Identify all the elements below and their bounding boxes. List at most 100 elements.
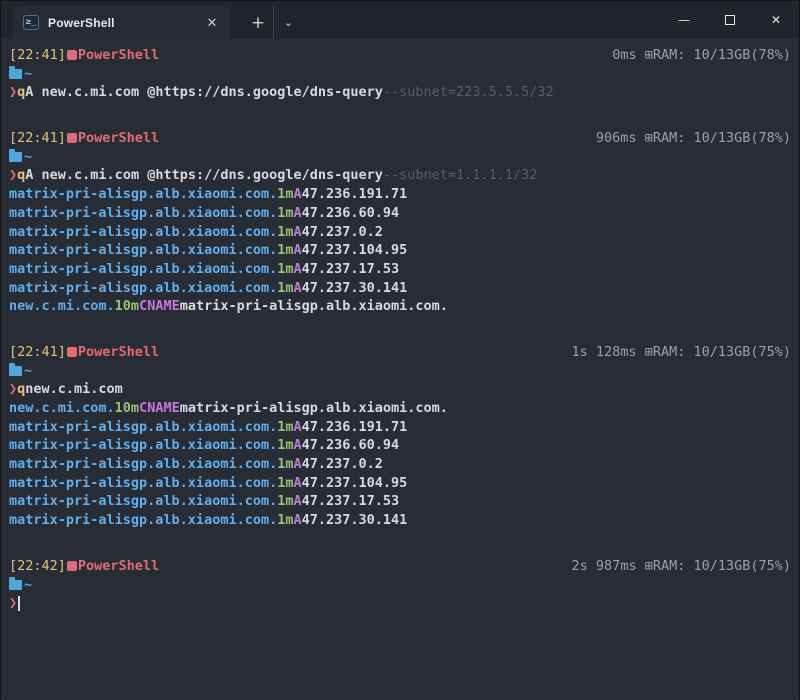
record-type: CNAME: [139, 297, 180, 316]
timestamp: [22:42]: [9, 557, 66, 576]
record-value: 47.237.0.2: [302, 455, 383, 474]
cwd-line: ~: [9, 362, 791, 381]
record-name: matrix-pri-alisgp.alb.xiaomi.com.: [9, 241, 277, 260]
terminal-screen[interactable]: [22:41] PowerShell 0ms ⊞RAM: 10/13GB(78%)…: [1, 39, 799, 700]
dns-record-row: matrix-pri-alisgp.alb.xiaomi.com. 1m A 4…: [9, 492, 791, 511]
record-type: A: [293, 455, 301, 474]
command-flag-muted: --subnet=1.1.1.1/32: [383, 166, 537, 185]
record-ttl: 1m: [277, 474, 293, 493]
record-name: matrix-pri-alisgp.alb.xiaomi.com.: [9, 418, 277, 437]
record-type: CNAME: [139, 399, 180, 418]
dns-record-row: matrix-pri-alisgp.alb.xiaomi.com. 1m A 4…: [9, 511, 791, 530]
command-line: ❯ q A new.c.mi.com @https://dns.google/d…: [9, 166, 791, 185]
record-value: 47.237.0.2: [302, 223, 383, 242]
duration-and-ram-metrics: 2s 987ms ⊞RAM: 10/13GB(75%): [572, 557, 791, 576]
record-ttl: 1m: [277, 511, 293, 530]
current-directory: ~: [24, 148, 32, 167]
powershell-badge-icon: [67, 50, 77, 60]
dns-record-row: matrix-pri-alisgp.alb.xiaomi.com. 1m A 4…: [9, 241, 791, 260]
titlebar: ≥_ PowerShell ✕ + ⌄ — ✕: [1, 1, 799, 39]
record-name: matrix-pri-alisgp.alb.xiaomi.com.: [9, 204, 277, 223]
tab-dropdown-button[interactable]: ⌄: [273, 6, 303, 39]
duration-and-ram-metrics: 0ms ⊞RAM: 10/13GB(78%): [612, 46, 791, 65]
record-ttl: 10m: [115, 297, 139, 316]
timestamp: [22:41]: [9, 129, 66, 148]
dns-record-row: new.c.mi.com. 10m CNAME matrix-pri-alisg…: [9, 399, 791, 418]
record-ttl: 1m: [277, 436, 293, 455]
record-type: A: [293, 474, 301, 493]
dns-record-row: matrix-pri-alisgp.alb.xiaomi.com. 1m A 4…: [9, 185, 791, 204]
record-value: 47.236.60.94: [302, 204, 400, 223]
prompt-block-3: [22:41] PowerShell 1s 128ms ⊞RAM: 10/13GB…: [9, 343, 791, 530]
tab-title: PowerShell: [48, 16, 194, 30]
record-name: matrix-pri-alisgp.alb.xiaomi.com.: [9, 260, 277, 279]
prompt-block-2: [22:41] PowerShell 906ms ⊞RAM: 10/13GB(78…: [9, 129, 791, 316]
prompt-char: ❯: [9, 166, 17, 185]
record-type: A: [293, 492, 301, 511]
record-ttl: 1m: [277, 279, 293, 298]
dns-record-row: matrix-pri-alisgp.alb.xiaomi.com. 1m A 4…: [9, 455, 791, 474]
powershell-badge-icon: [67, 347, 77, 357]
dns-record-row: matrix-pri-alisgp.alb.xiaomi.com. 1m A 4…: [9, 260, 791, 279]
maximize-button[interactable]: [707, 1, 753, 39]
shell-name: PowerShell: [78, 343, 159, 362]
command-line: ❯ q new.c.mi.com: [9, 380, 791, 399]
record-type: A: [293, 185, 301, 204]
command-args: A new.c.mi.com @https://dns.google/dns-q…: [25, 83, 383, 102]
record-name: matrix-pri-alisgp.alb.xiaomi.com.: [9, 474, 277, 493]
record-type: A: [293, 223, 301, 242]
record-ttl: 1m: [277, 492, 293, 511]
cwd-line: ~: [9, 65, 791, 84]
record-type: A: [293, 418, 301, 437]
close-button[interactable]: ✕: [753, 1, 799, 39]
dns-record-row: matrix-pri-alisgp.alb.xiaomi.com. 1m A 4…: [9, 474, 791, 493]
record-ttl: 10m: [115, 399, 139, 418]
command-tool: q: [17, 166, 25, 185]
record-ttl: 1m: [277, 260, 293, 279]
record-name: matrix-pri-alisgp.alb.xiaomi.com.: [9, 223, 277, 242]
record-value: 47.237.104.95: [302, 474, 408, 493]
record-ttl: 1m: [277, 455, 293, 474]
dns-record-row: matrix-pri-alisgp.alb.xiaomi.com. 1m A 4…: [9, 204, 791, 223]
prompt-char: ❯: [9, 380, 17, 399]
folder-icon: [9, 152, 22, 162]
folder-icon: [9, 69, 22, 79]
dns-record-row: matrix-pri-alisgp.alb.xiaomi.com. 1m A 4…: [9, 418, 791, 437]
tab-close-icon[interactable]: ✕: [203, 14, 221, 32]
record-name: new.c.mi.com.: [9, 297, 115, 316]
record-ttl: 1m: [277, 418, 293, 437]
record-value: 47.236.191.71: [302, 185, 408, 204]
minimize-button[interactable]: —: [661, 1, 707, 39]
record-type: A: [293, 241, 301, 260]
duration-and-ram-metrics: 906ms ⊞RAM: 10/13GB(78%): [596, 129, 791, 148]
record-name: matrix-pri-alisgp.alb.xiaomi.com.: [9, 511, 277, 530]
timestamp: [22:41]: [9, 343, 66, 362]
command-tool: q: [17, 83, 25, 102]
cwd-line: ~: [9, 576, 791, 595]
prompt-header: [22:41] PowerShell 906ms ⊞RAM: 10/13GB(78…: [9, 129, 791, 148]
tab-powershell[interactable]: ≥_ PowerShell ✕: [13, 6, 231, 39]
shell-name: PowerShell: [78, 129, 159, 148]
folder-icon: [9, 366, 22, 376]
new-tab-button[interactable]: +: [243, 6, 273, 39]
maximize-icon: [725, 15, 735, 25]
command-line: ❯ q A new.c.mi.com @https://dns.google/d…: [9, 83, 791, 102]
text-cursor: [18, 596, 20, 611]
command-flag-muted: --subnet=223.5.5.5/32: [383, 83, 554, 102]
prompt-header: [22:41] PowerShell 1s 128ms ⊞RAM: 10/13GB…: [9, 343, 791, 362]
titlebar-drag-area: [303, 1, 661, 39]
record-name: matrix-pri-alisgp.alb.xiaomi.com.: [9, 279, 277, 298]
duration-and-ram-metrics: 1s 128ms ⊞RAM: 10/13GB(75%): [572, 343, 791, 362]
record-value: 47.237.17.53: [302, 260, 400, 279]
record-type: A: [293, 436, 301, 455]
dns-record-row: matrix-pri-alisgp.alb.xiaomi.com. 1m A 4…: [9, 436, 791, 455]
record-name: matrix-pri-alisgp.alb.xiaomi.com.: [9, 436, 277, 455]
cwd-line: ~: [9, 148, 791, 167]
record-ttl: 1m: [277, 204, 293, 223]
record-ttl: 1m: [277, 223, 293, 242]
record-ttl: 1m: [277, 241, 293, 260]
command-args: new.c.mi.com: [25, 380, 123, 399]
record-type: A: [293, 511, 301, 530]
prompt-header: [22:42] PowerShell2s 987ms ⊞RAM: 10/13GB…: [9, 557, 791, 576]
current-directory: ~: [24, 65, 32, 84]
